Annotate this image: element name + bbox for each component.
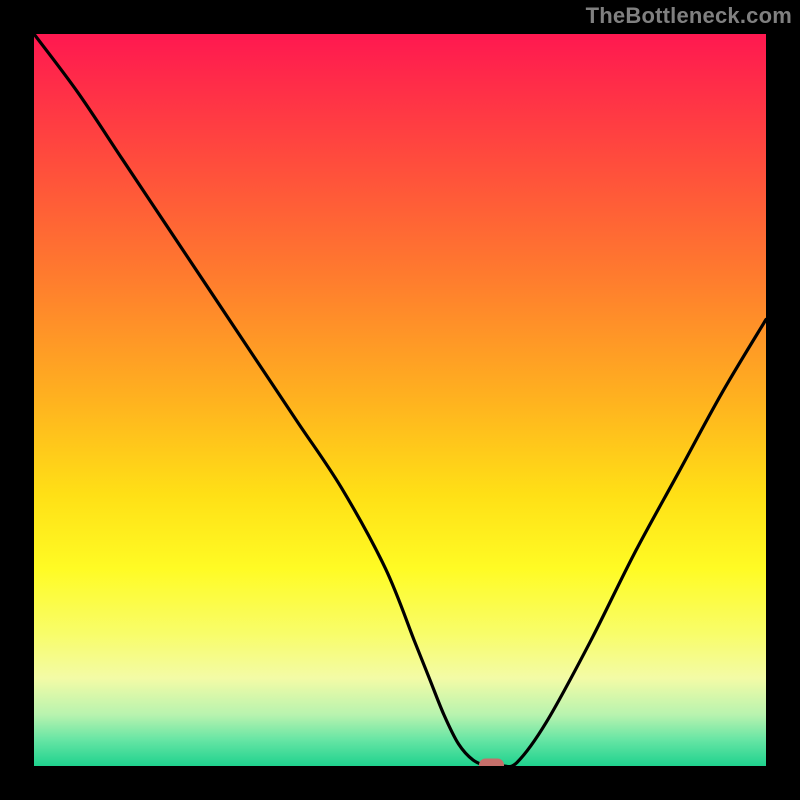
watermark-text: TheBottleneck.com [586,3,792,29]
bottleneck-plot [34,34,766,766]
chart-frame: TheBottleneck.com [0,0,800,800]
plot-background [34,34,766,766]
optimum-marker [480,759,504,766]
